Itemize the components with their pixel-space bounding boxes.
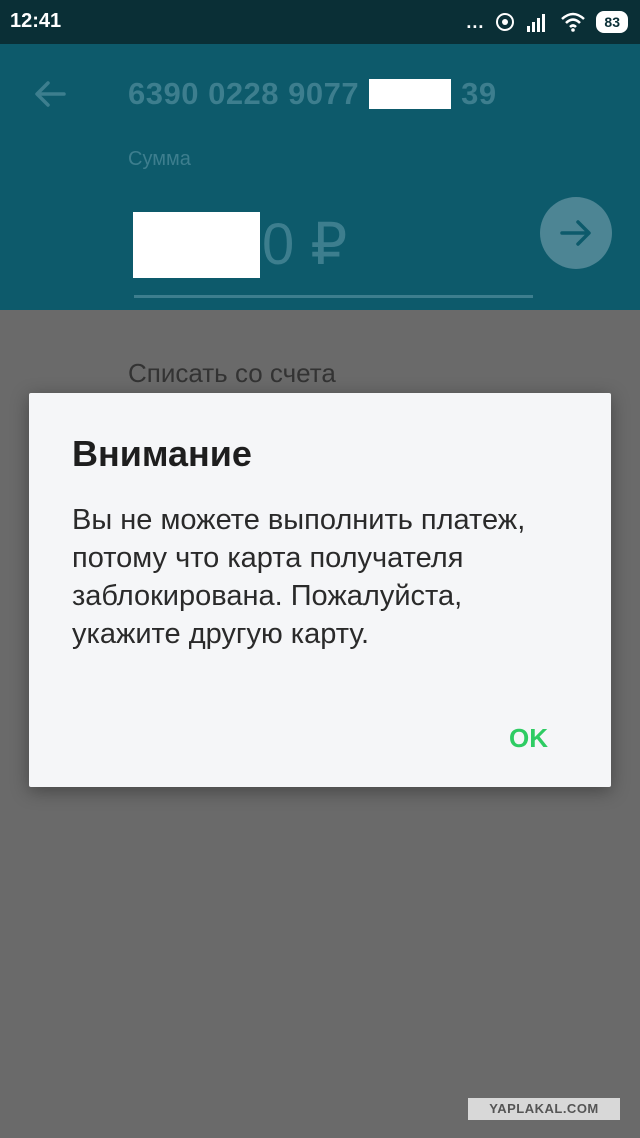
sum-label: Сумма	[128, 148, 191, 170]
wifi-icon	[561, 12, 586, 32]
payment-header: 6390 0228 9077 39 Сумма 0 ₽	[0, 44, 640, 310]
status-time: 12:41	[10, 10, 62, 32]
alert-dialog: Внимание Вы не можете выполнить платеж, …	[29, 393, 611, 787]
more-dots: ...	[466, 11, 485, 32]
card-number-start: 6390 0228 9077	[128, 76, 360, 111]
card-number: 6390 0228 9077 39	[128, 76, 497, 112]
arrow-right-icon	[560, 220, 591, 246]
ok-button[interactable]: OK	[497, 719, 560, 758]
status-bar: 12:41 ... 83	[0, 0, 640, 44]
amount-redaction-mask	[133, 212, 260, 278]
card-number-end: 39	[461, 76, 497, 111]
next-button[interactable]	[540, 197, 612, 269]
status-icons: ... 83	[466, 9, 628, 35]
watermark: YAPLAKAL.COM	[468, 1098, 620, 1120]
redaction-mask	[369, 79, 452, 109]
debit-account-label: Списать со счета	[128, 358, 336, 388]
dialog-title: Внимание	[72, 433, 252, 474]
dialog-message: Вы не можете выполнить платеж, потому чт…	[72, 504, 526, 650]
battery-icon: 83	[596, 11, 628, 33]
arrow-left-icon[interactable]	[30, 74, 70, 114]
hotspot-icon	[496, 13, 515, 31]
signal-icon	[527, 14, 546, 32]
amount-underline	[134, 295, 533, 298]
amount-input[interactable]: 0 ₽	[262, 210, 347, 278]
